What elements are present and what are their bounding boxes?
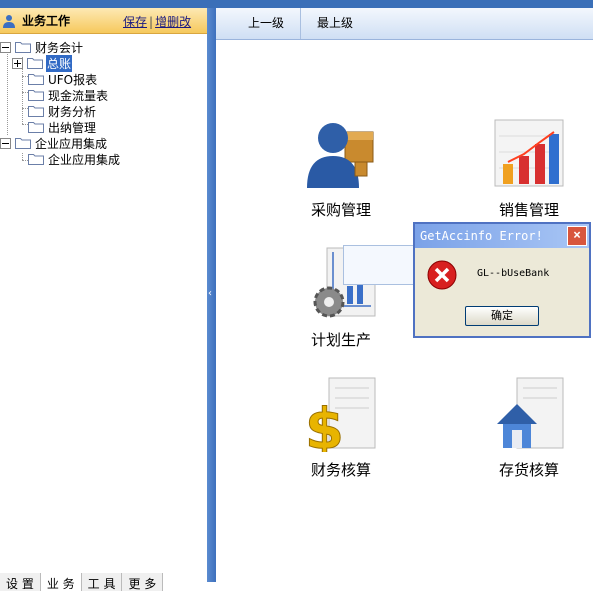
purchase-user-box-icon — [307, 123, 374, 188]
toolbar: 上一级 最上级 — [216, 8, 593, 40]
tree-node-finance[interactable]: 财务会计 — [0, 39, 84, 55]
collapse-arrow-icon[interactable]: ‹ — [208, 288, 212, 299]
save-link[interactable]: 保存 — [123, 15, 147, 29]
tree-label: 企业应用集成 — [35, 136, 108, 151]
dialog-titlebar[interactable]: GetAccinfo Error! × — [415, 224, 589, 248]
tree-label: 财务分析 — [48, 104, 97, 119]
tree-node-ufo-report[interactable]: UFO报表 — [28, 71, 98, 87]
module-inventory[interactable]: 存货核算 — [474, 376, 584, 480]
dialog-title: GetAccinfo Error! — [420, 229, 543, 243]
sales-chart-icon — [494, 119, 564, 187]
tree-node-eai[interactable]: 企业应用集成 — [0, 135, 108, 151]
module-label: 存货核算 — [498, 461, 559, 479]
link-separator: | — [149, 15, 154, 29]
user-icon — [3, 14, 15, 28]
ok-button[interactable]: 确定 — [465, 306, 539, 326]
bottom-tabs: 设 置 业 务 工 具 更 多 — [0, 573, 207, 591]
tab-settings[interactable]: 设 置 — [0, 573, 41, 591]
top-level-button[interactable]: 最上级 — [301, 8, 369, 39]
module-label: 销售管理 — [498, 201, 559, 219]
module-label: 计划生产 — [310, 331, 371, 349]
inventory-house-icon — [497, 377, 564, 449]
module-sales[interactable]: 销售管理 — [474, 116, 584, 220]
dialog-message: GL--bUseBank — [477, 268, 550, 279]
collapse-icon[interactable] — [0, 41, 11, 53]
module-finance[interactable]: $ 财务核算 — [286, 376, 396, 480]
tab-business[interactable]: 业 务 — [40, 573, 82, 591]
tree-node-eai-child[interactable]: 企业应用集成 — [28, 151, 121, 167]
finance-dollar-icon: $ — [305, 377, 376, 463]
folder-icon — [28, 74, 44, 85]
left-panel-header: 业务工作 保存 | 增删改 — [0, 8, 207, 34]
tree-line — [7, 47, 8, 135]
error-dialog: GetAccinfo Error! × GL--bUseBank 确定 — [413, 222, 591, 338]
folder-icon — [28, 90, 44, 101]
folder-icon — [28, 154, 44, 165]
tree-label: 财务会计 — [35, 40, 84, 55]
folder-icon — [28, 106, 44, 117]
tree-label: 企业应用集成 — [48, 152, 121, 167]
panel-title: 业务工作 — [22, 14, 71, 28]
dialog-close-button[interactable]: × — [567, 226, 587, 246]
header-links: 保存 | 增删改 — [123, 13, 191, 30]
tree-node-general-ledger[interactable]: 总账 — [12, 54, 73, 72]
ghost-window — [343, 245, 417, 285]
tree-label: 总账 — [46, 54, 73, 72]
tree-label: 现金流量表 — [48, 88, 109, 103]
module-label: 财务核算 — [310, 461, 371, 479]
up-level-button[interactable]: 上一级 — [232, 8, 302, 39]
tab-more[interactable]: 更 多 — [122, 573, 164, 591]
panel-splitter[interactable]: ‹ — [207, 8, 216, 582]
module-purchase[interactable]: 采购管理 — [286, 116, 396, 220]
tree-node-cash-flow[interactable]: 现金流量表 — [28, 87, 109, 103]
tab-tools[interactable]: 工 具 — [81, 573, 123, 591]
folder-icon — [15, 42, 31, 53]
top-strip — [0, 0, 593, 8]
folder-icon — [28, 122, 44, 133]
svg-text:$: $ — [305, 397, 344, 452]
folder-icon — [15, 138, 31, 149]
tree-label: 出纳管理 — [48, 120, 97, 135]
tree-line — [22, 153, 23, 160]
collapse-icon[interactable] — [0, 137, 11, 149]
module-label: 采购管理 — [310, 201, 371, 219]
tree-label: UFO报表 — [48, 72, 98, 87]
error-icon — [427, 260, 457, 290]
expand-icon[interactable] — [12, 57, 23, 69]
add-delete-link[interactable]: 增删改 — [155, 15, 191, 29]
tree-node-financial-analysis[interactable]: 财务分析 — [28, 103, 97, 119]
folder-icon — [27, 58, 43, 69]
left-panel: 业务工作 保存 | 增删改 财务会计 总账 UFO报表 现金流量表 财务分析 出… — [0, 8, 208, 591]
tree-node-cashier[interactable]: 出纳管理 — [28, 119, 97, 135]
